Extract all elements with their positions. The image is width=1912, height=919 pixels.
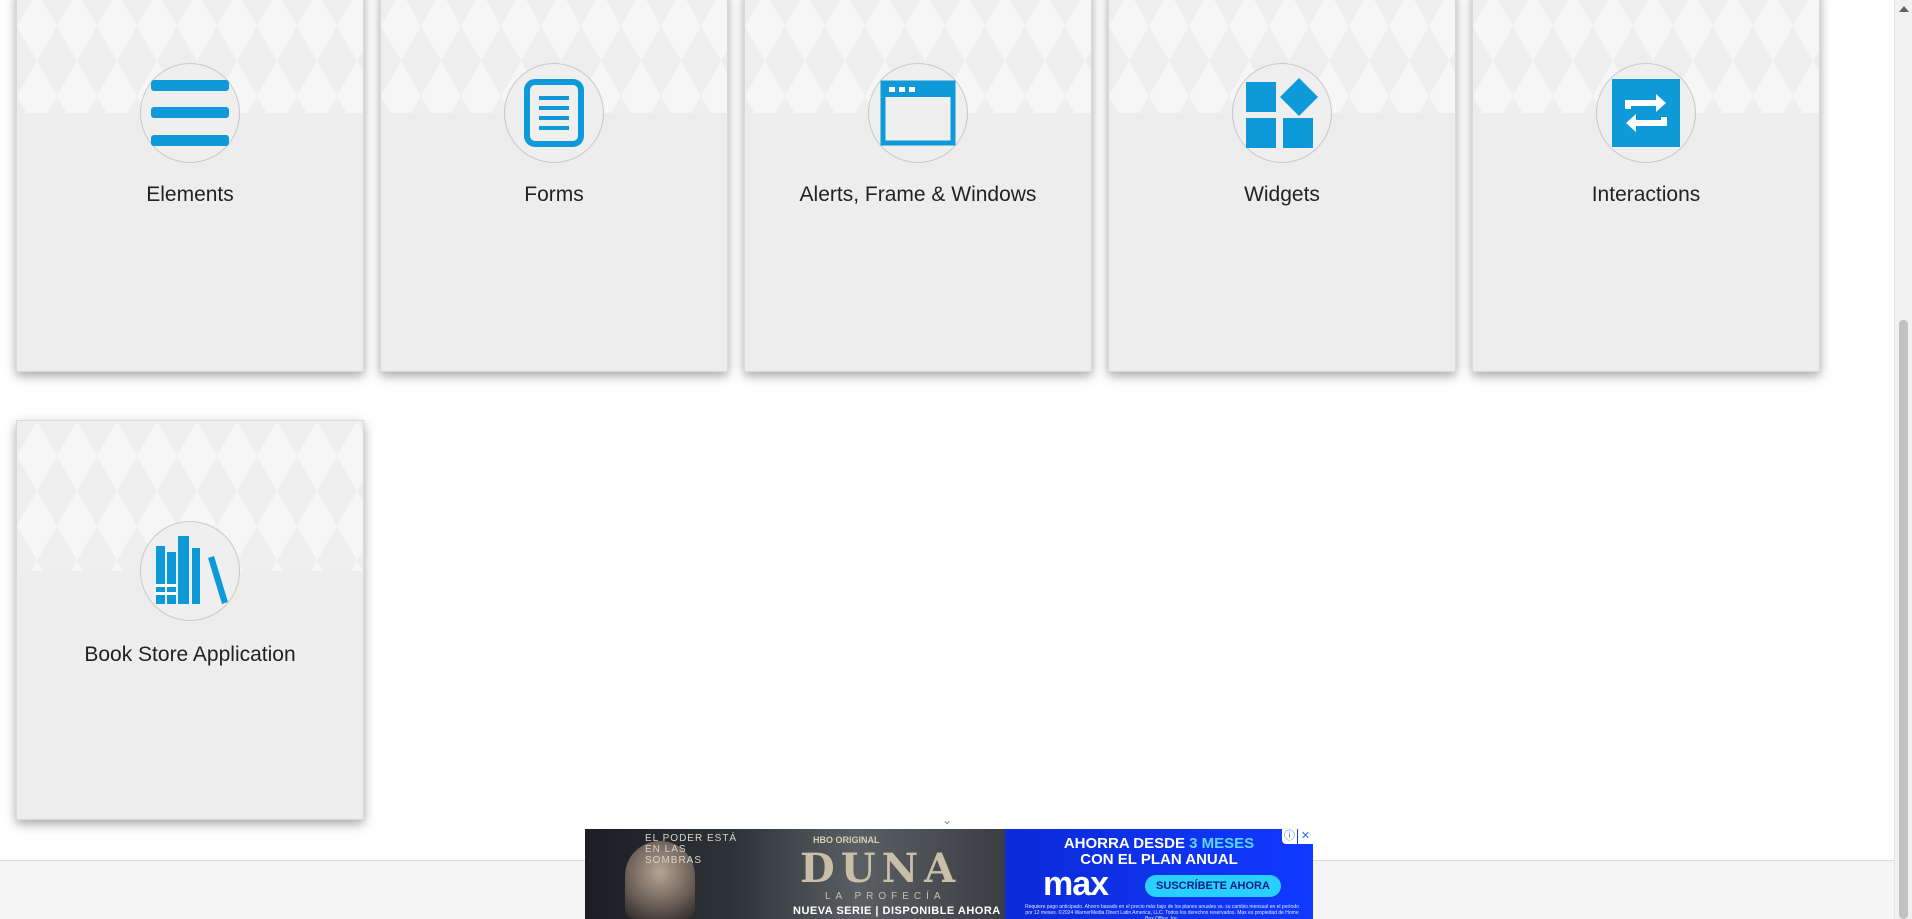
card-title: Forms bbox=[524, 183, 584, 206]
ad-right-panel[interactable]: AHORRA DESDE 3 MESES CON EL PLAN ANUAL m… bbox=[1005, 829, 1313, 919]
scroll-up-arrow-icon[interactable] bbox=[1899, 6, 1909, 12]
card-title: Elements bbox=[146, 183, 234, 206]
widgets-blocks-icon bbox=[1246, 78, 1318, 148]
ad-tagline: EL PODER ESTÁ EN LAS SOMBRAS bbox=[645, 833, 738, 866]
ad-collapse-icon[interactable]: ⌄ bbox=[940, 814, 954, 826]
card-forms[interactable]: Forms bbox=[380, 0, 728, 372]
ad-banner[interactable]: EL PODER ESTÁ EN LAS SOMBRAS HBO ORIGINA… bbox=[585, 829, 1313, 919]
card-icon-circle bbox=[868, 63, 968, 163]
ad-release: NUEVA SERIE | DISPONIBLE AHORA bbox=[793, 905, 1001, 917]
browser-window-icon bbox=[880, 80, 956, 146]
document-form-icon bbox=[524, 79, 584, 147]
card-icon-circle bbox=[504, 63, 604, 163]
card-alerts-frame-windows[interactable]: Alerts, Frame & Windows bbox=[744, 0, 1092, 372]
ad-info-icon[interactable]: ⓘ bbox=[1282, 829, 1297, 844]
ad-show-title: DUNA bbox=[800, 845, 962, 892]
card-title: Widgets bbox=[1244, 183, 1320, 206]
card-interactions[interactable]: Interactions bbox=[1472, 0, 1820, 372]
card-icon-circle bbox=[1596, 63, 1696, 163]
swap-arrows-icon bbox=[1612, 79, 1680, 147]
card-icon-circle bbox=[140, 63, 240, 163]
menu-lines-icon bbox=[151, 80, 229, 146]
ad-brand-logo: max bbox=[1043, 865, 1109, 903]
card-title: Alerts, Frame & Windows bbox=[799, 183, 1037, 206]
card-widgets[interactable]: Widgets bbox=[1108, 0, 1456, 372]
ad-subscribe-button[interactable]: SUSCRÍBETE AHORA bbox=[1145, 875, 1281, 897]
ad-close-icon[interactable]: ✕ bbox=[1298, 829, 1313, 844]
card-elements[interactable]: Elements bbox=[16, 0, 364, 372]
ad-offer-highlight: 3 MESES bbox=[1189, 835, 1255, 852]
card-icon-circle bbox=[1232, 63, 1332, 163]
ad-show-subtitle: LA PROFECÍA bbox=[825, 891, 946, 902]
ad-left-panel[interactable]: EL PODER ESTÁ EN LAS SOMBRAS HBO ORIGINA… bbox=[585, 829, 1005, 919]
card-icon-circle bbox=[140, 521, 240, 621]
ad-legal-text: Requiere pago anticipado. Ahorro basado … bbox=[1025, 904, 1299, 919]
books-icon bbox=[156, 536, 228, 604]
card-title: Book Store Application bbox=[84, 643, 296, 666]
page: Elements Forms Alerts, Frame & Windows W… bbox=[0, 0, 1912, 919]
card-title: Interactions bbox=[1591, 183, 1701, 206]
card-book-store-application[interactable]: Book Store Application bbox=[16, 420, 364, 820]
ad-offer-prefix: AHORRA DESDE bbox=[1063, 835, 1185, 852]
scrollbar-thumb[interactable] bbox=[1899, 320, 1908, 919]
ad-network: HBO ORIGINAL bbox=[813, 835, 880, 845]
vertical-scrollbar[interactable] bbox=[1894, 0, 1912, 919]
ad-offer-line1: AHORRA DESDE 3 MESES bbox=[1005, 835, 1313, 852]
